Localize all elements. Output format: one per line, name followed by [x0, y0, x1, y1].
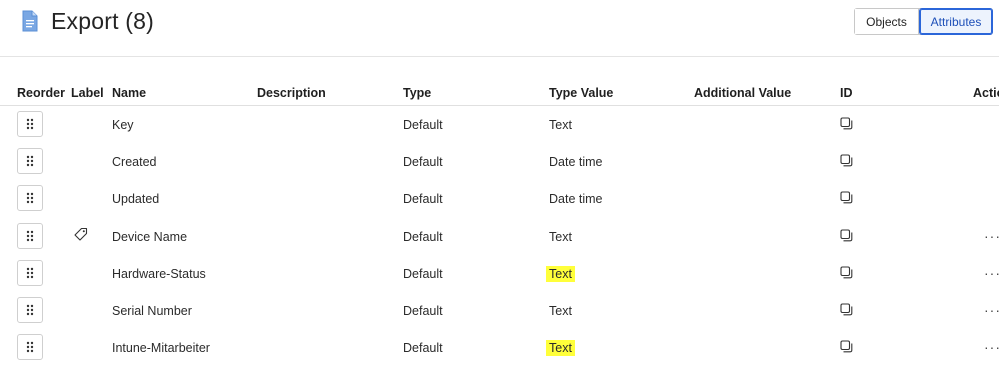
- drag-handle[interactable]: [17, 222, 43, 249]
- table-row: Intune-Mitarbeiter Default Text ···: [0, 329, 999, 366]
- label-tag-icon[interactable]: [73, 227, 88, 242]
- row-name: Created: [112, 155, 157, 170]
- row-type: Default: [403, 303, 443, 318]
- copy-id-icon[interactable]: [840, 191, 853, 204]
- attributes-table: Reorder Label Name Description Type Type…: [0, 78, 999, 366]
- copy-id-icon[interactable]: [840, 266, 853, 279]
- page-header: Export (8) Objects Attributes: [0, 0, 999, 57]
- row-type-value: Text: [546, 340, 575, 357]
- row-type-value: Text: [549, 229, 572, 244]
- table-row: Hardware-Status Default Text ···: [0, 255, 999, 292]
- row-type-value: Text: [546, 265, 575, 282]
- table-header: Reorder Label Name Description Type Type…: [0, 78, 999, 106]
- more-actions-icon[interactable]: ···: [984, 302, 999, 318]
- table-row: Key Default Text: [0, 106, 999, 143]
- drag-handle[interactable]: [17, 334, 43, 361]
- column-header-additional-value: Additional Value: [694, 86, 792, 100]
- highlighted-text: Text: [546, 340, 575, 357]
- row-name: Device Name: [112, 229, 188, 244]
- more-actions-icon[interactable]: ···: [984, 228, 999, 244]
- drag-dots-icon: [26, 230, 34, 241]
- copy-id-icon[interactable]: [840, 154, 853, 167]
- row-type-value: Date time: [549, 155, 603, 170]
- row-type: Default: [403, 192, 443, 207]
- row-type: Default: [403, 266, 443, 281]
- drag-handle[interactable]: [17, 296, 43, 323]
- more-actions-icon[interactable]: ···: [984, 339, 999, 355]
- copy-id-icon[interactable]: [840, 340, 853, 353]
- row-type: Default: [403, 229, 443, 244]
- drag-dots-icon: [26, 155, 34, 167]
- table-row: Created Default Date time: [0, 143, 999, 180]
- column-header-type-value: Type Value: [549, 86, 614, 100]
- drag-dots-icon: [26, 118, 34, 130]
- highlighted-text: Text: [546, 265, 575, 282]
- attributes-tab-button[interactable]: Attributes: [919, 8, 993, 35]
- copy-id-icon[interactable]: [840, 117, 853, 130]
- row-type-value: Text: [549, 303, 572, 318]
- row-name: Intune-Mitarbeiter: [112, 341, 210, 356]
- page-title: Export (8): [51, 8, 154, 34]
- column-header-type: Type: [403, 86, 432, 100]
- table-row: Serial Number Default Text ···: [0, 292, 999, 329]
- drag-dots-icon: [26, 341, 34, 353]
- row-name: Hardware-Status: [112, 266, 206, 281]
- row-type-value: Text: [549, 118, 572, 132]
- drag-handle[interactable]: [17, 259, 43, 286]
- row-type: Default: [403, 118, 443, 132]
- drag-dots-icon: [26, 193, 34, 204]
- column-header-name: Name: [112, 86, 147, 100]
- view-toggle: Objects Attributes: [854, 8, 993, 35]
- copy-id-icon[interactable]: [840, 303, 853, 316]
- drag-dots-icon: [26, 267, 34, 278]
- document-icon: [22, 10, 38, 32]
- row-name: Key: [112, 118, 134, 132]
- table-row: Device Name Default Text ···: [0, 218, 999, 255]
- copy-id-icon[interactable]: [840, 229, 853, 242]
- objects-tab-button[interactable]: Objects: [855, 9, 919, 34]
- row-name: Updated: [112, 192, 160, 207]
- drag-handle[interactable]: [17, 148, 43, 175]
- column-header-reorder: Reorder: [17, 86, 65, 100]
- row-type-value: Date time: [549, 192, 603, 207]
- column-header-id: ID: [840, 86, 853, 100]
- row-type: Default: [403, 341, 443, 356]
- table-body: Key Default Text Created Default Date ti…: [0, 106, 999, 366]
- column-header-description: Description: [257, 86, 326, 100]
- column-header-actions: Actio: [973, 86, 999, 100]
- row-type: Default: [403, 155, 443, 170]
- drag-handle[interactable]: [17, 111, 43, 137]
- more-actions-icon[interactable]: ···: [984, 265, 999, 281]
- drag-dots-icon: [26, 304, 34, 316]
- drag-handle[interactable]: [17, 185, 43, 212]
- row-name: Serial Number: [112, 303, 192, 318]
- column-header-label: Label: [71, 86, 104, 100]
- table-row: Updated Default Date time: [0, 180, 999, 217]
